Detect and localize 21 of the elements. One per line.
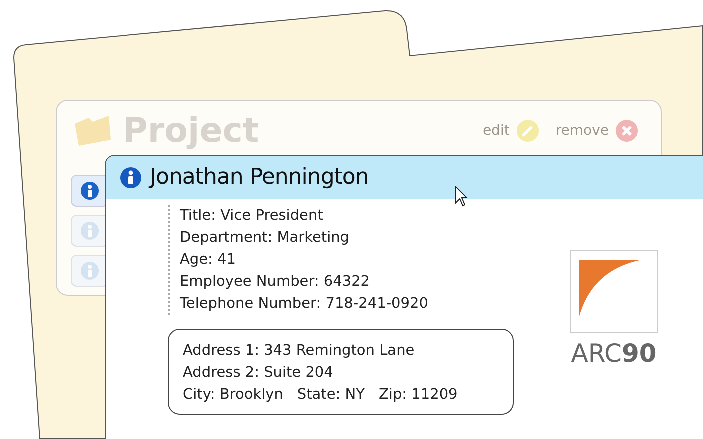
action-link[interactable]: edit [482,123,510,139]
folder-icon [73,114,113,148]
detail-text: Employee Number: 64322 [180,273,372,292]
logo-text: ARC90 [571,339,657,368]
detail-text: Title: Vice President [180,207,324,226]
info-icon [80,221,100,241]
detail-text: Department: Marketing [180,229,351,248]
city-text: City: Brooklyn [183,386,284,405]
address-text: Address 1: 343 Remington Lane [183,342,416,361]
state-text: State: NY [297,386,365,405]
address-text: Address 2: Suite 204 [183,364,334,383]
contact-name: Jonathan Pennington [150,165,369,190]
zip-text: Zip: 11209 [378,386,458,405]
cursor-icon [455,186,469,208]
info-icon [80,181,100,201]
info-icon [120,166,142,188]
detail-text: Age: 41 [180,251,237,270]
detail-text: Telephone Number: 718-241-0920 [180,295,430,314]
info-icon [80,261,100,281]
logo-icon [570,250,658,333]
action-link[interactable]: remove [556,123,609,139]
